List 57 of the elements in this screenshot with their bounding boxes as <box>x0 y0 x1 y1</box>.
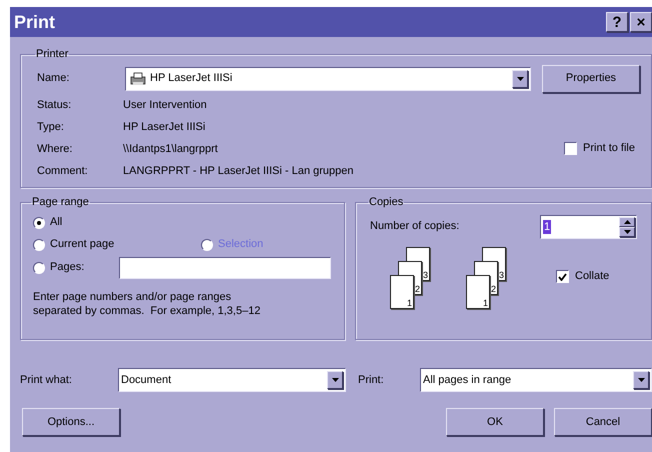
info-value: User Intervention <box>123 98 207 114</box>
close-button[interactable]: × <box>630 12 652 32</box>
caret-icon <box>638 378 644 382</box>
dialog-button[interactable]: OK <box>446 408 544 436</box>
caret-icon <box>516 76 524 80</box>
group-label: Printer <box>35 47 70 62</box>
pages-field[interactable] <box>119 256 331 278</box>
info-value: LANGRPPRT - HP LaserJet IIISi - Lan gruppen <box>123 164 354 180</box>
field-label: Print: <box>358 372 385 388</box>
group-label: Copies <box>368 195 404 210</box>
check-icon <box>558 272 567 280</box>
info-label: Where: <box>37 142 74 158</box>
caret-icon <box>332 378 338 382</box>
checkbox-label: Print to file <box>583 141 635 156</box>
radio-label: Current page <box>50 237 114 252</box>
page-sheet: 1 <box>390 274 414 308</box>
dropdown-button[interactable] <box>633 371 649 389</box>
info-label: Comment: <box>37 164 89 180</box>
radio-button[interactable] <box>33 238 45 250</box>
group-label: Page range <box>31 195 90 210</box>
combo-value: All pages in range <box>422 372 512 388</box>
checkbox-label: Collate <box>575 269 610 284</box>
radio-label: Pages: <box>50 260 84 276</box>
print-what-dropdown[interactable]: Document <box>118 368 346 392</box>
hint-text: Enter page numbers and/or page ranges separated by commas. For example, 1,3,5–12 <box>33 290 262 318</box>
combo-value: HP LaserJet IIISi <box>149 71 234 86</box>
printer-name-dropdown[interactable]: HP LaserJet IIISi <box>125 66 531 90</box>
checkbox[interactable] <box>564 142 578 155</box>
window-title: Print <box>14 10 56 34</box>
dropdown-button[interactable] <box>512 70 528 88</box>
field-label: Print what: <box>20 372 73 388</box>
spin-down-button[interactable] <box>619 226 635 236</box>
dialog-button[interactable]: Options... <box>22 408 120 436</box>
properties-button[interactable]: Properties <box>542 64 640 92</box>
combo-value: Document <box>120 372 172 388</box>
field-label: Name: <box>37 71 70 86</box>
help-button[interactable]: ? <box>606 12 628 32</box>
info-value: \\Idantps1\langrpprt <box>123 142 218 158</box>
checkbox[interactable] <box>556 270 569 283</box>
radio-button[interactable] <box>33 216 45 228</box>
copies-value: 1 <box>543 220 552 234</box>
copies-spinner[interactable]: 1 <box>540 214 637 238</box>
radio-button[interactable] <box>33 262 45 274</box>
printer-icon <box>130 72 146 86</box>
print-dropdown[interactable]: All pages in range <box>420 368 652 392</box>
page-sheet: 1 <box>466 274 490 308</box>
dropdown-button[interactable] <box>327 371 343 389</box>
down-arrow-icon <box>624 230 630 234</box>
info-label: Type: <box>37 120 65 136</box>
info-label: Status: <box>37 98 72 114</box>
radio-label: Selection <box>218 237 264 252</box>
info-value: HP LaserJet IIISi <box>123 120 206 136</box>
radio-label: All <box>50 215 62 230</box>
field-label: Number of copies: <box>370 219 460 234</box>
spin-up-button[interactable] <box>619 216 635 226</box>
dialog-button[interactable]: Cancel <box>554 408 652 436</box>
up-arrow-icon <box>624 220 630 224</box>
